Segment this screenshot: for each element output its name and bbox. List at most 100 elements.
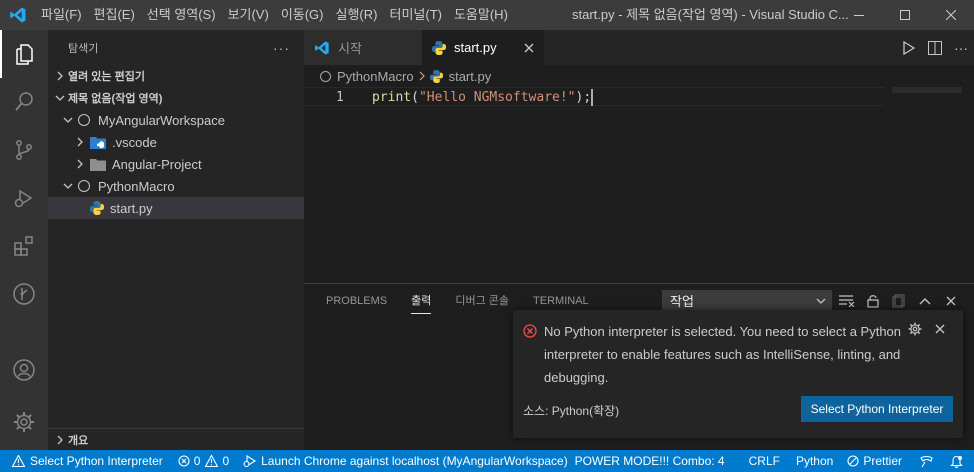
- explorer-activity[interactable]: [0, 30, 48, 78]
- status-problems[interactable]: 0 0: [173, 450, 234, 472]
- chevron-right-icon: [52, 68, 68, 84]
- editor-tabs: 시작 start.py ···: [304, 30, 974, 65]
- open-editors-section[interactable]: 열려 있는 편집기: [48, 65, 304, 87]
- status-prettier-label: Prettier: [863, 454, 902, 468]
- more-icon: ···: [954, 39, 968, 56]
- extensions-activity[interactable]: [0, 222, 48, 270]
- menu-file[interactable]: 파일(F): [35, 0, 88, 30]
- tree-item-myangularworkspace[interactable]: MyAngularWorkspace: [48, 109, 304, 131]
- vscode-logo-icon: [0, 0, 35, 30]
- activity-bar: [0, 30, 48, 450]
- folder-icon: [90, 157, 106, 171]
- run-file-button[interactable]: [896, 30, 922, 65]
- code-text[interactable]: print("Hello NGMsoftware!");: [372, 88, 594, 107]
- status-error-count: 0: [193, 454, 201, 468]
- tree-item-label: start.py: [110, 200, 153, 216]
- search-icon: [15, 92, 33, 111]
- more-actions-button[interactable]: ···: [273, 40, 290, 56]
- run-debug-activity[interactable]: [0, 174, 48, 222]
- close-window-button[interactable]: [928, 0, 974, 30]
- chevron-down-icon: [60, 178, 76, 194]
- python-file-icon: [429, 69, 443, 83]
- open-log-button[interactable]: [888, 290, 910, 312]
- output-channel-value: 작업: [670, 294, 694, 309]
- tab-debug-console[interactable]: 디버그 콘솔: [455, 284, 509, 318]
- debug-launch-icon: [243, 455, 257, 467]
- git-graph-activity[interactable]: [0, 270, 48, 318]
- tab-output[interactable]: 출력: [411, 284, 432, 318]
- menu-go[interactable]: 이동(G): [275, 0, 330, 30]
- tab-welcome[interactable]: 시작: [304, 30, 422, 65]
- source-control-activity[interactable]: [0, 126, 48, 174]
- accounts-activity[interactable]: [0, 346, 48, 394]
- warning-icon: [205, 455, 219, 467]
- source-control-icon: [16, 140, 32, 160]
- code-line[interactable]: 1 print("Hello NGMsoftware!");: [304, 87, 884, 106]
- output-channel-select[interactable]: 작업: [662, 290, 832, 311]
- outline-section[interactable]: 개요: [48, 428, 304, 450]
- menu-selection[interactable]: 선택 영역(S): [141, 0, 222, 30]
- status-feedback[interactable]: [915, 450, 939, 472]
- status-launch-config[interactable]: Launch Chrome against localhost (MyAngul…: [238, 450, 573, 472]
- lock-scroll-button[interactable]: [862, 290, 884, 312]
- search-activity[interactable]: [0, 78, 48, 126]
- chevron-right-icon: [418, 69, 426, 84]
- tree-item-start-py[interactable]: start.py: [48, 197, 304, 219]
- tree-item-angular-project[interactable]: Angular-Project: [48, 153, 304, 175]
- maximize-button[interactable]: [882, 0, 928, 30]
- workspace-section[interactable]: 제목 없음(작업 영역): [48, 87, 304, 109]
- open-editors-label: 열려 있는 편집기: [68, 71, 145, 83]
- tab-start-py[interactable]: start.py: [422, 30, 544, 65]
- bell-icon: [950, 455, 963, 468]
- git-graph-icon: [13, 283, 35, 305]
- select-interpreter-button[interactable]: Select Python Interpreter: [801, 396, 953, 422]
- notification-settings-button[interactable]: [908, 322, 922, 339]
- gear-icon: [908, 322, 922, 336]
- code-function: print: [372, 90, 412, 105]
- breadcrumb-folder[interactable]: PythonMacro: [337, 69, 414, 84]
- copy-icon: [892, 294, 905, 308]
- maximize-panel-button[interactable]: [914, 290, 936, 312]
- chevron-down-icon: [52, 90, 68, 106]
- close-tab-button[interactable]: [524, 43, 534, 53]
- close-panel-button[interactable]: [940, 290, 962, 312]
- clear-output-button[interactable]: [836, 290, 858, 312]
- minimap[interactable]: [892, 87, 962, 93]
- tree-item-vscode[interactable]: .vscode: [48, 131, 304, 153]
- notification-source: 소스: Python(확장): [523, 404, 620, 418]
- error-icon: [178, 455, 190, 467]
- editor-more-button[interactable]: ···: [948, 30, 974, 65]
- status-select-interpreter[interactable]: Select Python Interpreter: [0, 450, 168, 472]
- menu-view[interactable]: 보기(V): [222, 0, 275, 30]
- workspace-folder-icon: [320, 70, 331, 82]
- outline-label: 개요: [68, 434, 89, 447]
- status-power-mode[interactable]: POWER MODE!!! Combo: 4: [570, 450, 730, 472]
- code-string: "Hello NGMsoftware!": [418, 90, 576, 105]
- split-editor-button[interactable]: [922, 30, 948, 65]
- python-file-icon: [432, 40, 446, 55]
- breadcrumb-file[interactable]: start.py: [449, 69, 492, 84]
- status-prettier[interactable]: Prettier: [842, 450, 907, 472]
- account-icon: [13, 359, 35, 381]
- notification-toast: No Python interpreter is selected. You n…: [513, 310, 963, 438]
- window-title: start.py - 제목 없음(작업 영역) - Visual Studio …: [572, 7, 849, 22]
- tab-problems[interactable]: PROBLEMS: [326, 284, 387, 318]
- menu-help[interactable]: 도움말(H): [448, 0, 514, 30]
- tree-item-pythonmacro[interactable]: PythonMacro: [48, 175, 304, 197]
- editor-actions: ···: [896, 30, 974, 65]
- close-notification-button[interactable]: [935, 322, 945, 337]
- menu-run[interactable]: 실행(R): [330, 0, 384, 30]
- status-interpreter-label: Select Python Interpreter: [30, 454, 163, 468]
- status-eol[interactable]: CRLF: [744, 450, 785, 472]
- menu-edit[interactable]: 편집(E): [88, 0, 141, 30]
- status-language[interactable]: Python: [791, 450, 838, 472]
- minimize-button[interactable]: [836, 0, 882, 30]
- explorer-title: 탐색기: [68, 42, 99, 55]
- maximize-icon: [900, 10, 910, 20]
- menu-terminal[interactable]: 터미널(T): [383, 0, 447, 30]
- notification-message: No Python interpreter is selected. You n…: [544, 324, 902, 385]
- code-paren-close: );: [575, 90, 592, 105]
- close-icon: [946, 10, 956, 20]
- status-notifications[interactable]: [945, 450, 968, 472]
- manage-activity[interactable]: [0, 398, 48, 446]
